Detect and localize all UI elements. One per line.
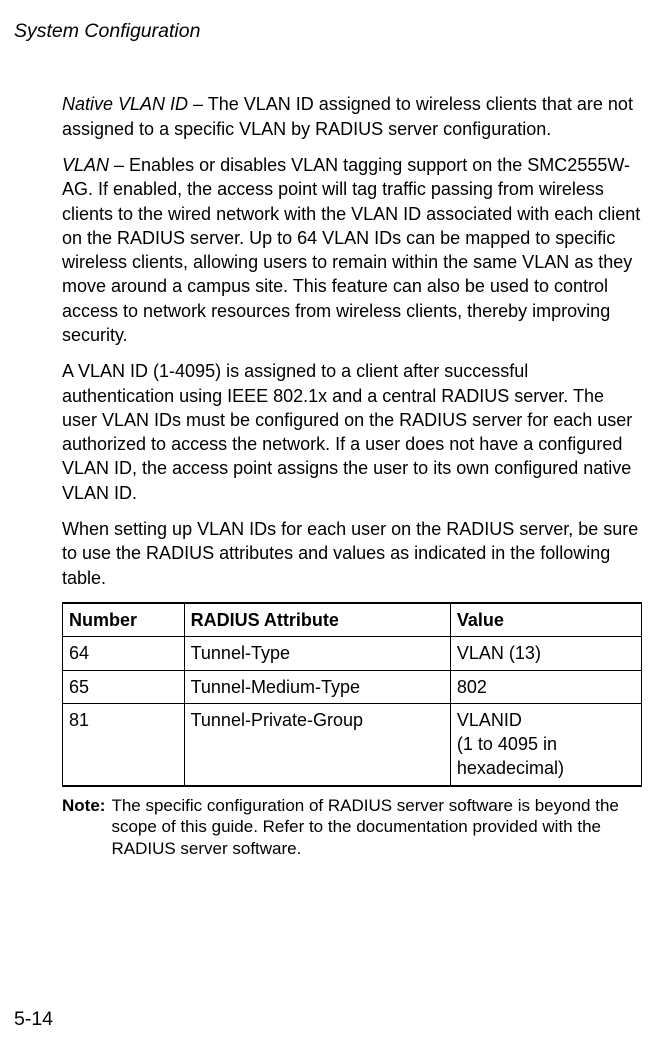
paragraph-vlan: VLAN – Enables or disables VLAN tagging …: [62, 153, 642, 347]
term-native-vlan: Native VLAN ID: [62, 94, 188, 114]
paragraph-radius-setup: When setting up VLAN IDs for each user o…: [62, 517, 642, 590]
term-vlan: VLAN: [62, 155, 109, 175]
table-row: 81 Tunnel-Private-Group VLANID(1 to 4095…: [63, 703, 642, 785]
cell-number: 64: [63, 637, 185, 670]
table-row: 65 Tunnel-Medium-Type 802: [63, 670, 642, 703]
header-number: Number: [63, 603, 185, 637]
note-text: The specific configuration of RADIUS ser…: [111, 795, 642, 860]
cell-attribute: Tunnel-Type: [184, 637, 450, 670]
table-row: 64 Tunnel-Type VLAN (13): [63, 637, 642, 670]
section-header: System Configuration: [14, 18, 644, 44]
cell-number: 65: [63, 670, 185, 703]
cell-value: VLANID(1 to 4095 in hexadecimal): [450, 703, 641, 785]
header-attribute: RADIUS Attribute: [184, 603, 450, 637]
paragraph-native-vlan: Native VLAN ID – The VLAN ID assigned to…: [62, 92, 642, 141]
paragraph-vlan-id-assignment: A VLAN ID (1-4095) is assigned to a clie…: [62, 359, 642, 505]
text-vlan: – Enables or disables VLAN tagging suppo…: [62, 155, 640, 345]
radius-attributes-table: Number RADIUS Attribute Value 64 Tunnel-…: [62, 602, 642, 787]
page-number: 5-14: [14, 1006, 53, 1032]
cell-attribute: Tunnel-Private-Group: [184, 703, 450, 785]
header-value: Value: [450, 603, 641, 637]
cell-attribute: Tunnel-Medium-Type: [184, 670, 450, 703]
cell-number: 81: [63, 703, 185, 785]
cell-value: 802: [450, 670, 641, 703]
page-content: Native VLAN ID – The VLAN ID assigned to…: [14, 92, 644, 860]
table-header-row: Number RADIUS Attribute Value: [63, 603, 642, 637]
cell-value: VLAN (13): [450, 637, 641, 670]
note-block: Note: The specific configuration of RADI…: [62, 795, 642, 860]
note-label: Note:: [62, 795, 111, 860]
